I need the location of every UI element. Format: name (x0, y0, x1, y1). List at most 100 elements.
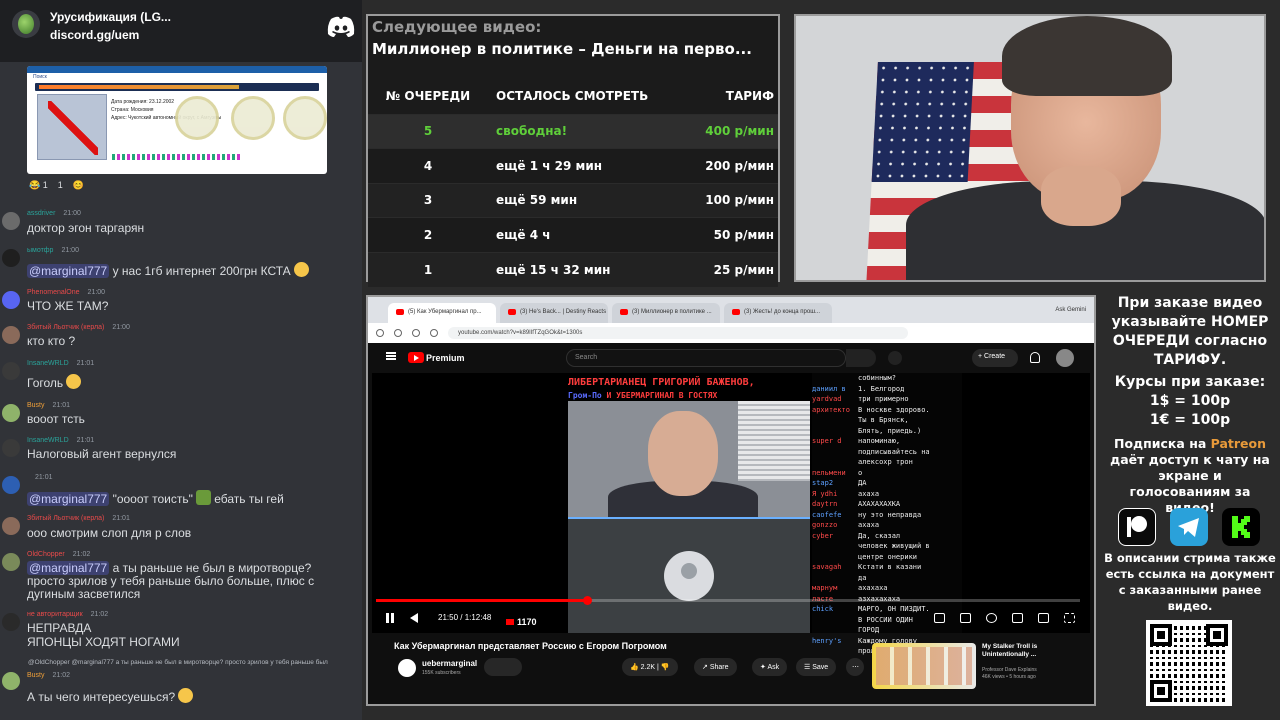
cast-icon[interactable] (1038, 613, 1049, 623)
share-button[interactable]: ↗ Share (694, 658, 737, 676)
subtitles-icon[interactable] (960, 613, 971, 623)
message-author[interactable]: Busty 21:01 (27, 402, 70, 409)
avatar[interactable] (2, 672, 20, 690)
url-field[interactable]: youtube.com/watch?v=k89lIfTZqGOk&t=1300s (448, 327, 908, 339)
miniplayer-icon[interactable] (1012, 613, 1023, 623)
notifications-icon[interactable] (1030, 352, 1040, 363)
channel-name[interactable]: uebermarginal (422, 659, 477, 668)
kick-icon[interactable] (1222, 508, 1260, 546)
server-header[interactable]: Урусификация (LG... discord.gg/uem (0, 0, 362, 62)
message-author[interactable]: Busty 21:02 (27, 672, 70, 679)
message-author[interactable]: assdriver 21:00 (27, 210, 81, 217)
user-mention[interactable]: @marginal777 (27, 561, 110, 575)
like-button[interactable]: 👍 2.2K | 👎 (622, 658, 678, 676)
overlay-chat-line: марнум ахахаха (812, 584, 888, 592)
queue-header-row: № ОЧЕРЕДИ ОСТАЛОСЬ СМОТРЕТЬ ТАРИФ (368, 78, 778, 114)
recommended-title[interactable]: My Stalker Troll is Unintentionally ... (982, 643, 1072, 659)
message-author[interactable]: InsaneWRLD 21:01 (27, 437, 94, 444)
youtube-logo-icon[interactable] (408, 352, 424, 363)
queue-table: № ОЧЕРЕДИ ОСТАЛОСЬ СМОТРЕТЬ ТАРИФ 5 своб… (368, 78, 778, 287)
create-button[interactable]: + Create (972, 349, 1018, 367)
reload-icon[interactable] (412, 329, 420, 337)
message-author[interactable]: OldChopper 21:02 (27, 551, 90, 558)
image-embed[interactable]: Поиск Дата рождения: 23.12.2002 Страна: … (27, 66, 327, 174)
avatar[interactable] (2, 613, 20, 631)
autoplay-icon[interactable] (934, 613, 945, 623)
user-mention[interactable]: @marginal777 (27, 264, 110, 278)
next-video-title: Миллионер в политике – Деньги на перво..… (372, 40, 752, 58)
message-text: Гоголь (27, 374, 82, 390)
message-author[interactable]: Збитый Льотчик (керла) 21:00 (27, 324, 130, 331)
stream-chat-overlay: собинным? даниил в 1. Белгород yardvad три п… (812, 373, 962, 655)
server-invite-link[interactable]: discord.gg/uem (50, 28, 139, 42)
recommended-video[interactable]: My Stalker Troll is Unintentionally ... … (872, 643, 1082, 691)
youtube-header: Premium Search + Create (368, 343, 1094, 373)
thinking-emoji-icon (178, 688, 194, 703)
embed-seal (231, 96, 275, 140)
overlay-chat-line: Блять, приедь.) (858, 426, 922, 435)
mic-icon[interactable] (888, 351, 902, 365)
menu-icon[interactable] (386, 352, 396, 360)
back-icon[interactable] (376, 329, 384, 337)
message-author[interactable]: 21:01 (27, 474, 53, 481)
recommended-meta: Professor Dave Explains 46K views • 5 hou… (982, 667, 1037, 680)
pause-icon[interactable] (386, 613, 394, 623)
browser-tab[interactable]: (3) Жесть! до конца прош... (724, 303, 832, 323)
telegram-icon[interactable] (1170, 508, 1208, 546)
donation-info-panel: При заказе видео указывайте НОМЕР ОЧЕРЕД… (1100, 290, 1280, 720)
queue-header: ОСТАЛОСЬ СМОТРЕТЬ (488, 78, 688, 114)
avatar[interactable] (2, 291, 20, 309)
reaction[interactable]: 1 (58, 180, 63, 191)
avatar[interactable] (2, 362, 20, 380)
message-author[interactable]: не авторитарщик 21:02 (27, 611, 108, 618)
forward-icon[interactable] (394, 329, 402, 337)
ask-button[interactable]: ✦ Ask (752, 658, 788, 676)
message-text: ооо смотрим слоп для р слов (27, 526, 192, 540)
video-banner-title: ЛИБЕРТАРИАНЕЦ ГРИГОРИЙ БАЖЕНОВ, (568, 377, 755, 388)
embed-seal (283, 96, 327, 140)
more-options-icon[interactable]: ⋯ (846, 658, 864, 676)
qr-code[interactable] (1146, 620, 1232, 706)
search-input[interactable]: Search (566, 349, 846, 367)
avatar[interactable] (2, 517, 20, 535)
description-info: В описании стрима также есть ссылка на д… (1104, 551, 1276, 613)
overlay-chat-line: super d напоминаю, (812, 437, 901, 445)
browser-tab[interactable]: (5) Как Убермаргинал пр... (388, 303, 496, 323)
message-author[interactable]: InsaneWRLD 21:01 (27, 360, 94, 367)
avatar[interactable] (2, 212, 20, 230)
message-author[interactable]: ымотфр 21:00 (27, 247, 79, 254)
account-avatar[interactable] (1056, 349, 1074, 367)
reply-preview[interactable]: @OldChopper @marginal777 а ты раньше не … (28, 659, 362, 666)
reaction[interactable]: 😊 (73, 180, 84, 191)
user-mention[interactable]: @marginal777 (27, 492, 110, 506)
browser-tab[interactable]: (3) Миллионер в политике ... (612, 303, 720, 323)
ask-gemini-button[interactable]: Ask Gemini (1055, 307, 1086, 313)
embed-photo (37, 94, 107, 160)
recommended-thumbnail[interactable] (872, 643, 976, 689)
fullscreen-icon[interactable] (1064, 613, 1075, 623)
avatar[interactable] (2, 476, 20, 494)
video-player[interactable]: ЛИБЕРТАРИАНЕЦ ГРИГОРИЙ БАЖЕНОВ, Гром-По … (372, 373, 1090, 655)
progress-bar[interactable] (376, 596, 1080, 605)
browser-tab[interactable]: (3) He's Back... | Destiny Reacts (500, 303, 608, 323)
embed-dots (112, 154, 242, 160)
search-icon[interactable] (846, 349, 876, 367)
save-button[interactable]: ☰ Save (796, 658, 837, 676)
avatar[interactable] (2, 553, 20, 571)
reaction[interactable]: 😂 1 (29, 180, 48, 191)
server-avatar[interactable] (12, 10, 40, 38)
settings-gear-icon[interactable] (986, 613, 997, 623)
avatar[interactable] (2, 249, 20, 267)
volume-icon[interactable] (410, 613, 418, 623)
message-author[interactable]: Збитый Льотчик (керла) 21:01 (27, 515, 130, 522)
laughing-emoji-icon (66, 374, 82, 389)
avatar[interactable] (2, 404, 20, 422)
bell-icon[interactable] (484, 658, 522, 676)
avatar[interactable] (2, 326, 20, 344)
patreon-icon[interactable] (1118, 508, 1156, 546)
home-icon[interactable] (430, 329, 438, 337)
avatar[interactable] (2, 439, 20, 457)
channel-avatar[interactable] (398, 659, 416, 677)
message-text: ЧТО ЖЕ ТАМ? (27, 299, 109, 313)
message-author[interactable]: PhenomenalOne 21:00 (27, 289, 105, 296)
